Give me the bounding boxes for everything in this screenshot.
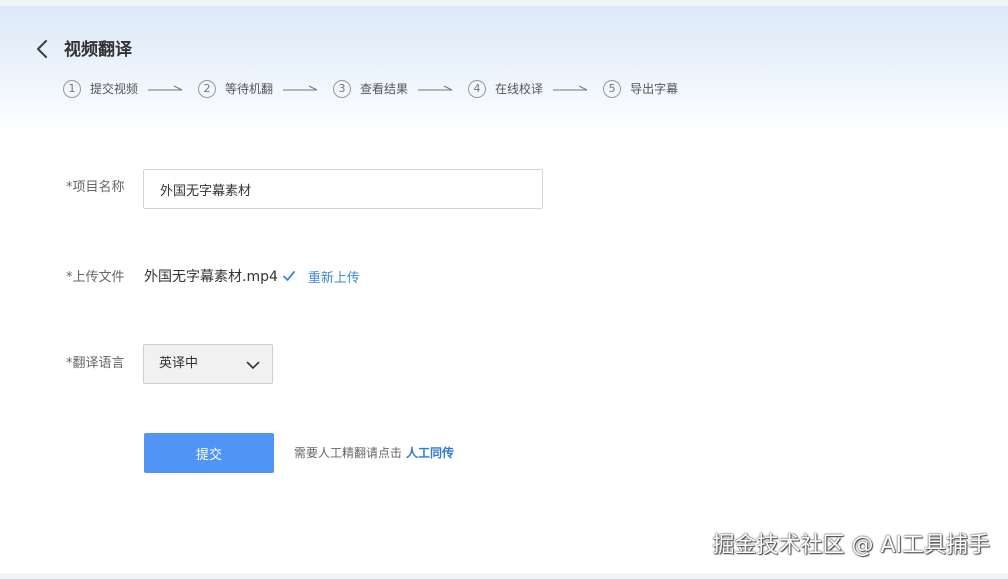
step-label: 导出字幕 — [630, 82, 679, 96]
step-label: 提交视频 — [90, 82, 139, 96]
step-number: 1 — [63, 80, 81, 98]
step-wait-machine: 2 等待机翻 — [198, 80, 333, 98]
human-translation-hint: 需要人工精翻请点击 人工同传 — [294, 445, 454, 461]
progress-steps: 1 提交视频 2 等待机翻 3 查看结果 4 在线校译 5 导出字幕 — [63, 79, 678, 99]
step-label: 等待机翻 — [225, 82, 274, 96]
step-online-proofread: 4 在线校译 — [468, 80, 603, 98]
step-number: 3 — [333, 80, 352, 98]
header: 视频翻译 1 提交视频 2 等待机翻 3 查看结果 4 在线校译 5 导出字幕 — [0, 6, 1008, 134]
reupload-link[interactable]: 重新上传 — [308, 267, 360, 286]
project-name-input[interactable] — [143, 169, 543, 209]
check-icon — [282, 271, 295, 281]
chevron-left-icon — [36, 39, 48, 59]
submit-button[interactable]: 提交 — [144, 433, 274, 473]
step-export-subtitles: 5 导出字幕 — [603, 80, 678, 98]
watermark: 掘金技术社区 @ AI工具捕手 — [712, 533, 990, 558]
step-view-results: 3 查看结果 — [333, 80, 468, 98]
back-button[interactable] — [32, 38, 54, 60]
page: 视频翻译 1 提交视频 2 等待机翻 3 查看结果 4 在线校译 5 导出字幕 … — [0, 6, 1008, 573]
human-interpretation-link[interactable]: 人工同传 — [406, 446, 454, 460]
language-value: 英译中 — [159, 356, 199, 371]
page-title: 视频翻译 — [64, 40, 132, 60]
chevron-down-icon — [246, 361, 260, 369]
step-number: 2 — [198, 80, 217, 98]
step-label: 查看结果 — [360, 82, 409, 96]
step-number: 4 — [468, 80, 487, 98]
arrow-right-icon — [283, 85, 318, 91]
step-number: 5 — [603, 80, 622, 98]
language-select[interactable]: 英译中 — [143, 344, 273, 384]
step-submit-video: 1 提交视频 — [63, 80, 198, 98]
step-label: 在线校译 — [495, 82, 544, 96]
uploaded-file: 外国无字幕素材.mp4 重新上传 — [144, 266, 360, 286]
human-hint-text: 需要人工精翻请点击 — [294, 446, 403, 460]
arrow-right-icon — [418, 85, 453, 91]
file-name: 外国无字幕素材.mp4 — [144, 269, 278, 285]
arrow-right-icon — [148, 85, 183, 91]
translate-language-label: *翻译语言 — [66, 356, 125, 371]
project-name-label: *项目名称 — [66, 180, 125, 195]
arrow-right-icon — [553, 85, 588, 91]
upload-file-label: *上传文件 — [66, 270, 125, 285]
